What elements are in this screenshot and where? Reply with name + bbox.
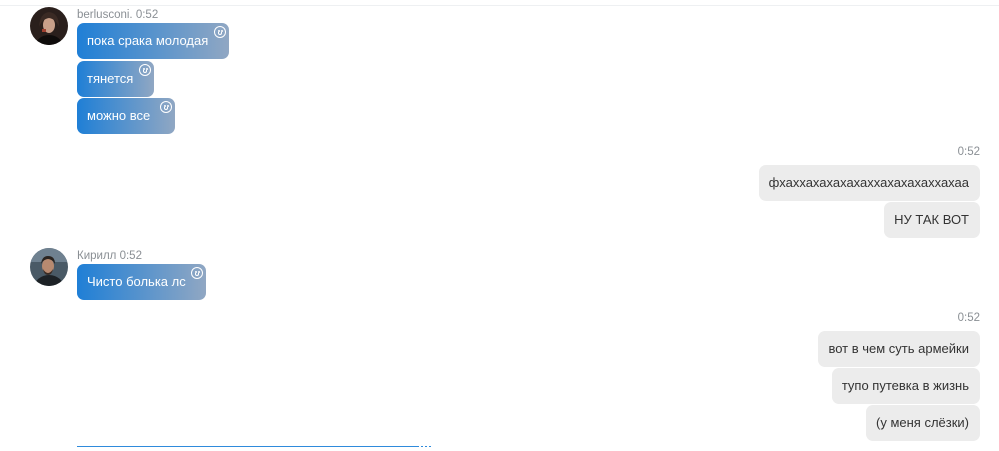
incoming-message[interactable]: тянется xyxy=(77,61,154,97)
top-divider xyxy=(0,5,999,6)
smiley-icon[interactable] xyxy=(139,64,151,76)
smiley-icon[interactable] xyxy=(160,101,172,113)
sender-line: Кирилл 0:52 xyxy=(77,250,142,262)
outgoing-message[interactable]: НУ ТАК ВОТ xyxy=(884,202,980,238)
message-time: 0:52 xyxy=(957,312,980,324)
message-text: тянется xyxy=(87,71,134,86)
incoming-message[interactable]: пока срака молодая xyxy=(77,23,229,59)
message-text: Чисто болька лс xyxy=(87,274,186,289)
message-text: НУ ТАК ВОТ xyxy=(894,212,969,227)
message-time: 0:52 xyxy=(957,146,980,158)
avatar[interactable] xyxy=(30,7,68,45)
message-text: тупо путевка в жизнь xyxy=(841,378,969,393)
sender-name: berlusconi. xyxy=(77,9,133,21)
sender-line: berlusconi. 0:52 xyxy=(77,9,158,21)
incoming-message[interactable]: можно все xyxy=(77,98,175,134)
incoming-message[interactable]: Чисто болька лс xyxy=(77,264,206,300)
avatar[interactable] xyxy=(30,248,68,286)
outgoing-message[interactable]: фхаххахахахахаххахахахаххахаа xyxy=(758,165,980,201)
outgoing-message[interactable]: тупо путевка в жизнь xyxy=(831,368,980,404)
outgoing-message[interactable]: (у меня слёзки) xyxy=(866,405,980,441)
message-time: 0:52 xyxy=(119,250,142,262)
message-text: фхаххахахахахаххахахахаххахаа xyxy=(768,175,969,190)
message-text: можно все xyxy=(87,108,151,123)
message-text: пока срака молодая xyxy=(87,33,209,48)
outgoing-message[interactable]: вот в чем суть армейки xyxy=(818,331,980,367)
loading-line-dots xyxy=(417,446,433,447)
sender-name: Кирилл xyxy=(77,250,117,262)
loading-line xyxy=(77,446,417,447)
message-text: (у меня слёзки) xyxy=(876,415,969,430)
message-time: 0:52 xyxy=(135,9,159,21)
smiley-icon[interactable] xyxy=(191,267,203,279)
smiley-icon[interactable] xyxy=(214,26,226,38)
message-text: вот в чем суть армейки xyxy=(828,341,969,356)
